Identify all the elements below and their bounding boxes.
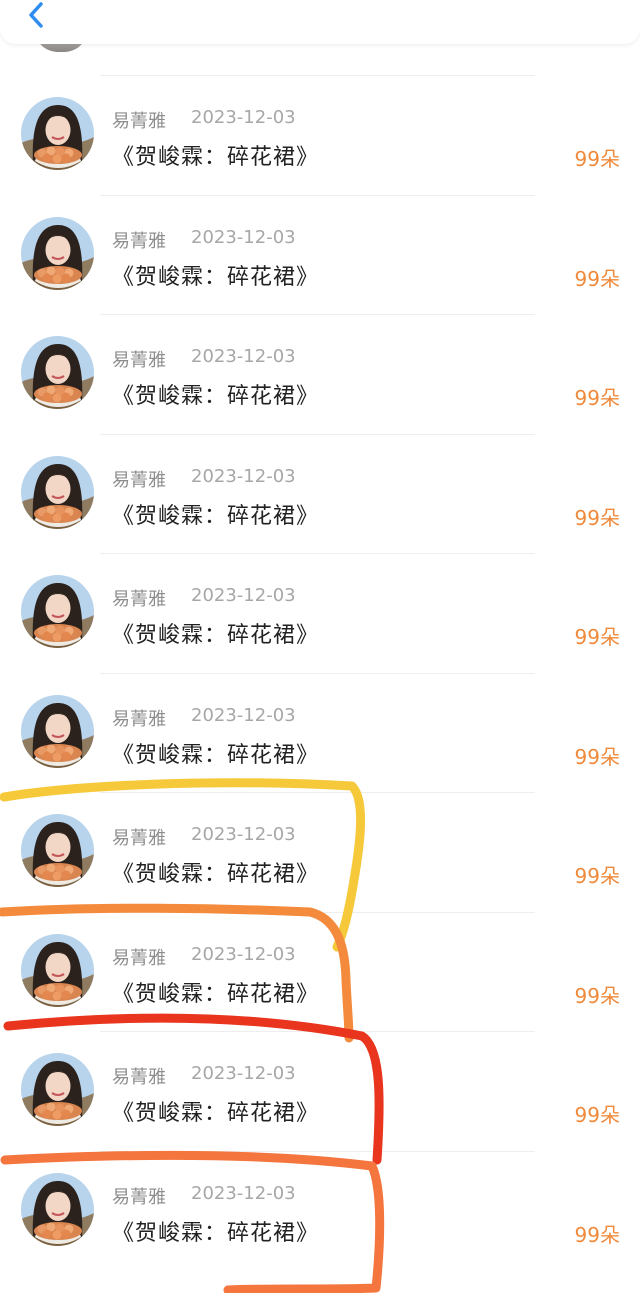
sender-name: 易菁雅 bbox=[112, 111, 166, 132]
gift-list: 易菁雅 2023-12-03 《贺峻霖：碎花裙》 99朵 易菁雅 2023-12… bbox=[0, 75, 640, 1270]
gift-record-page: 易菁雅 2023-12-03 《贺峻霖：碎花裙》 99朵 易菁雅 2023-12… bbox=[0, 0, 640, 1293]
send-date: 2023-12-03 bbox=[191, 943, 296, 965]
send-date: 2023-12-03 bbox=[191, 107, 296, 128]
avatar[interactable] bbox=[21, 1053, 94, 1126]
sender-name: 易菁雅 bbox=[112, 828, 166, 849]
flower-amount: 99朵 bbox=[574, 386, 620, 410]
sender-name: 易菁雅 bbox=[112, 230, 166, 252]
send-date: 2023-12-03 bbox=[191, 1182, 296, 1204]
work-title: 《贺峻霖：碎花裙》 bbox=[112, 503, 320, 529]
flower-amount: 99朵 bbox=[574, 625, 620, 649]
avatar[interactable] bbox=[21, 575, 94, 648]
avatar[interactable] bbox=[21, 814, 94, 887]
work-title: 《贺峻霖：碎花裙》 bbox=[112, 1220, 320, 1246]
work-title: 《贺峻霖：碎花裙》 bbox=[112, 384, 320, 409]
work-title: 《贺峻霖：碎花裙》 bbox=[112, 981, 320, 1007]
list-item[interactable]: 易菁雅 2023-12-03 《贺峻霖：碎花裙》 99朵 bbox=[0, 792, 640, 912]
sender-name: 易菁雅 bbox=[112, 350, 166, 371]
send-date: 2023-12-03 bbox=[191, 226, 296, 248]
flower-amount: 99朵 bbox=[574, 1222, 620, 1247]
avatar[interactable] bbox=[21, 1172, 94, 1246]
send-date: 2023-12-03 bbox=[191, 346, 296, 367]
list-item[interactable]: 易菁雅 2023-12-03 《贺峻霖：碎花裙》 99朵 bbox=[0, 75, 640, 195]
sender-name: 易菁雅 bbox=[112, 1067, 166, 1088]
sender-name: 易菁雅 bbox=[112, 589, 166, 610]
sender-name: 易菁雅 bbox=[112, 708, 166, 730]
flower-amount: 99朵 bbox=[574, 864, 620, 888]
list-item[interactable]: 易菁雅 2023-12-03 《贺峻霖：碎花裙》 99朵 bbox=[0, 194, 640, 315]
sender-name: 易菁雅 bbox=[112, 469, 166, 491]
flower-amount: 99朵 bbox=[574, 1103, 620, 1127]
send-date: 2023-12-03 bbox=[191, 824, 296, 845]
work-title: 《贺峻霖：碎花裙》 bbox=[112, 1101, 320, 1126]
chevron-left-icon bbox=[29, 2, 43, 28]
top-bar bbox=[0, 0, 640, 44]
work-title: 《贺峻霖：碎花裙》 bbox=[112, 145, 320, 170]
flower-amount: 99朵 bbox=[574, 505, 620, 530]
avatar[interactable] bbox=[21, 455, 94, 529]
sender-name: 易菁雅 bbox=[112, 1186, 166, 1208]
list-item[interactable]: 易菁雅 2023-12-03 《贺峻霖：碎花裙》 99朵 bbox=[0, 1150, 640, 1271]
send-date: 2023-12-03 bbox=[191, 465, 296, 487]
list-item[interactable]: 易菁雅 2023-12-03 《贺峻霖：碎花裙》 99朵 bbox=[0, 433, 640, 554]
send-date: 2023-12-03 bbox=[191, 1063, 296, 1084]
work-title: 《贺峻霖：碎花裙》 bbox=[112, 264, 320, 290]
avatar[interactable] bbox=[21, 933, 94, 1007]
work-title: 《贺峻霖：碎花裙》 bbox=[112, 623, 320, 648]
list-item[interactable]: 易菁雅 2023-12-03 《贺峻霖：碎花裙》 99朵 bbox=[0, 1031, 640, 1151]
avatar[interactable] bbox=[21, 97, 94, 170]
flower-amount: 99朵 bbox=[574, 147, 620, 171]
flower-amount: 99朵 bbox=[574, 983, 620, 1008]
sender-name: 易菁雅 bbox=[112, 947, 166, 969]
avatar[interactable] bbox=[21, 336, 94, 409]
flower-amount: 99朵 bbox=[574, 266, 620, 291]
list-item[interactable]: 易菁雅 2023-12-03 《贺峻霖：碎花裙》 99朵 bbox=[0, 911, 640, 1032]
send-date: 2023-12-03 bbox=[191, 585, 296, 606]
avatar[interactable] bbox=[21, 694, 94, 768]
avatar[interactable] bbox=[21, 216, 94, 290]
back-button[interactable] bbox=[16, 0, 56, 32]
work-title: 《贺峻霖：碎花裙》 bbox=[112, 862, 320, 887]
work-title: 《贺峻霖：碎花裙》 bbox=[112, 742, 320, 768]
list-item[interactable]: 易菁雅 2023-12-03 《贺峻霖：碎花裙》 99朵 bbox=[0, 553, 640, 673]
flower-amount: 99朵 bbox=[574, 744, 620, 769]
list-item[interactable]: 易菁雅 2023-12-03 《贺峻霖：碎花裙》 99朵 bbox=[0, 314, 640, 434]
send-date: 2023-12-03 bbox=[191, 704, 296, 726]
list-item[interactable]: 易菁雅 2023-12-03 《贺峻霖：碎花裙》 99朵 bbox=[0, 672, 640, 793]
